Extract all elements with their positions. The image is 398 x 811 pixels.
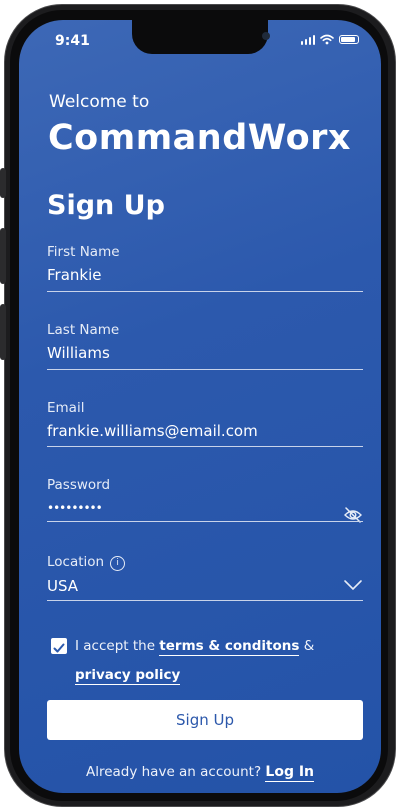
last-name-underline	[47, 369, 363, 370]
login-prompt: Already have an account? Log In	[19, 764, 381, 782]
check-icon	[53, 643, 65, 653]
volume-up-button	[0, 228, 6, 284]
battery-icon	[339, 35, 359, 44]
password-input[interactable]: •••••••••	[47, 501, 363, 515]
terms-consent: I accept the terms & conditons & privacy…	[51, 632, 361, 690]
sign-up-button[interactable]: Sign Up	[47, 700, 363, 740]
status-time: 9:41	[55, 33, 90, 49]
chevron-down-icon[interactable]	[343, 578, 363, 592]
brand-logo-text: CommandWorx	[48, 118, 351, 158]
mute-switch	[0, 168, 6, 198]
page-title: Sign Up	[47, 190, 165, 221]
terms-text: I accept the terms & conditons & privacy…	[51, 632, 361, 690]
log-in-link[interactable]: Log In	[265, 764, 315, 782]
camera-icon	[262, 32, 270, 40]
terms-and: &	[299, 638, 315, 654]
password-label: Password	[47, 477, 111, 493]
location-underline	[47, 600, 363, 601]
first-name-label: First Name	[47, 244, 120, 260]
login-prompt-text: Already have an account?	[85, 764, 262, 780]
email-input[interactable]: frankie.williams@email.com	[47, 422, 363, 440]
location-label: Location i	[47, 554, 363, 571]
welcome-text: Welcome to	[49, 92, 150, 112]
eye-slash-icon[interactable]	[343, 505, 363, 525]
password-underline	[47, 521, 363, 522]
wifi-icon	[320, 34, 334, 45]
last-name-field[interactable]: Last Name Williams	[47, 322, 363, 370]
privacy-policy-link[interactable]: privacy policy	[75, 667, 181, 685]
password-field[interactable]: Password •••••••••	[47, 477, 363, 525]
location-value: USA	[47, 577, 79, 595]
first-name-underline	[47, 291, 363, 292]
phone-device: 9:41 Welcome to CommandWorx Sign Up Firs…	[0, 0, 398, 811]
email-underline	[47, 446, 363, 447]
email-label: Email	[47, 400, 85, 416]
notch	[132, 20, 270, 54]
terms-link[interactable]: terms & conditons	[159, 638, 300, 656]
first-name-input[interactable]: Frankie	[47, 266, 363, 284]
last-name-label: Last Name	[47, 322, 120, 338]
email-field[interactable]: Email frankie.williams@email.com	[47, 400, 363, 447]
first-name-field[interactable]: First Name Frankie	[47, 244, 363, 292]
terms-prefix: I accept the	[75, 638, 160, 654]
last-name-input[interactable]: Williams	[47, 344, 363, 362]
location-label-text: Location	[47, 554, 105, 570]
status-icons	[300, 34, 359, 45]
app-screen: 9:41 Welcome to CommandWorx Sign Up Firs…	[19, 20, 381, 793]
location-select[interactable]: Location i USA	[47, 554, 363, 601]
signal-icon	[300, 34, 315, 45]
info-icon[interactable]: i	[110, 556, 126, 571]
volume-down-button	[0, 304, 6, 360]
terms-checkbox[interactable]	[51, 638, 67, 654]
